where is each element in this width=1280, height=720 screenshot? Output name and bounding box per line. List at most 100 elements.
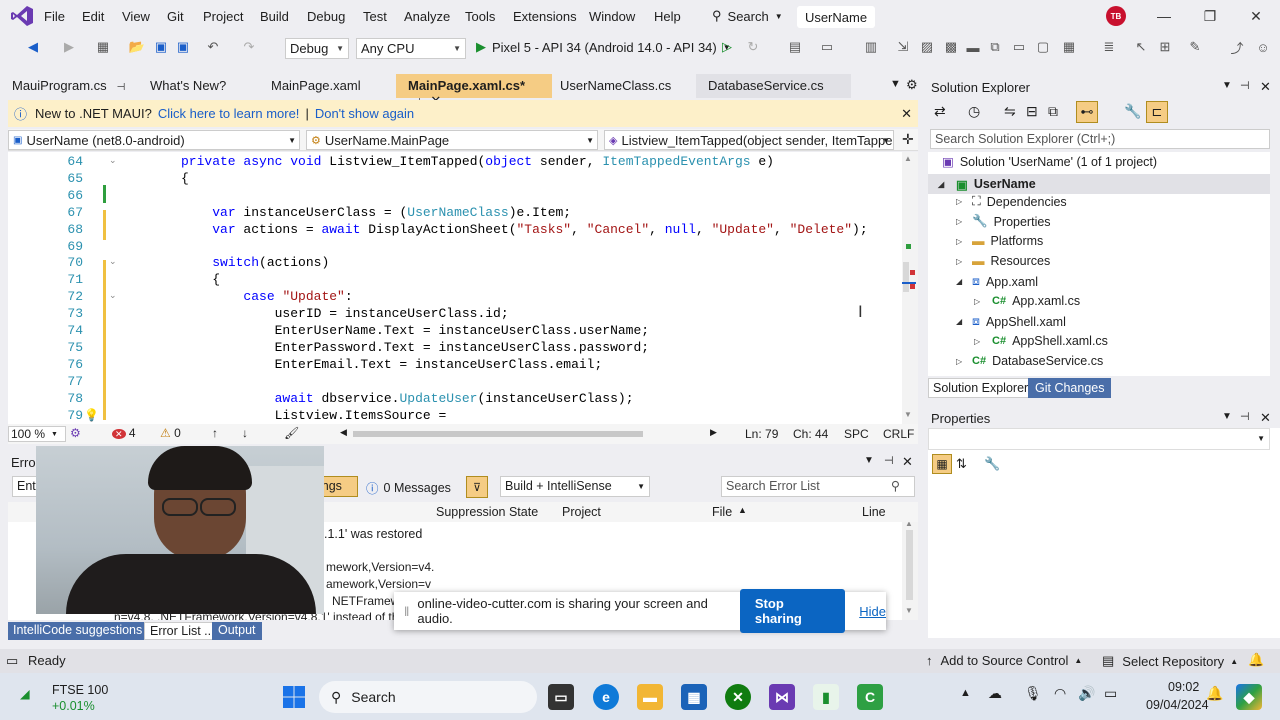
code-line[interactable]: userID = instanceUserClass.id; [181, 306, 509, 321]
tab-solution-explorer[interactable]: Solution Explorer [928, 378, 1034, 398]
tab-usernameclass[interactable]: UserNameClass.cs [548, 74, 696, 98]
back-icon[interactable]: ◀ [24, 38, 42, 56]
wrench-icon[interactable]: 🔧 [984, 456, 1000, 472]
expand-icon[interactable]: ◢ [956, 277, 966, 286]
tree-node-appshell-xaml[interactable]: ◢ ⧈ AppShell.xaml [956, 314, 1066, 329]
cloud-icon[interactable]: ☁ [988, 685, 1002, 702]
menu-project[interactable]: Project [203, 9, 243, 24]
stop-sharing-button[interactable]: Stop sharing [739, 589, 846, 633]
close-icon[interactable]: ✕ [901, 106, 912, 122]
grid-icon[interactable]: ▦ [1060, 38, 1078, 56]
lightbulb-icon[interactable]: 💡 [84, 408, 99, 422]
code-line[interactable]: { [181, 171, 189, 186]
show-all-files-icon[interactable]: ⧉ [1048, 103, 1058, 120]
hot-reload-icon[interactable]: ↻ [744, 38, 762, 56]
start-without-debug-icon[interactable]: ▷ [718, 38, 736, 56]
filter-icon[interactable]: ⊽ [466, 476, 488, 498]
terminal-icon[interactable]: ▬ [964, 38, 982, 56]
tab-databaseservice[interactable]: DatabaseService.cs [696, 74, 851, 98]
zoom-select[interactable]: 100 % ▼ [8, 426, 66, 442]
fold-icon[interactable]: ⌄ [109, 290, 117, 301]
comment-icon[interactable]: ✎ [1186, 38, 1204, 56]
tree-node-project[interactable]: ◢ ▣ UserName [928, 174, 1270, 194]
menu-analyze[interactable]: Analyze [404, 9, 450, 24]
config-select[interactable]: Debug ▼ [285, 38, 349, 59]
menu-window[interactable]: Window [589, 9, 635, 24]
tree-node-databaseservice[interactable]: ▷ C# DatabaseService.cs [956, 354, 1103, 368]
code-line[interactable]: switch(actions) [181, 255, 329, 270]
categorized-icon[interactable]: ▦ [932, 454, 952, 474]
messages-filter-button[interactable]: ⓘ 0 Messages [366, 478, 451, 497]
run-button[interactable]: ▶ Pixel 5 - API 34 (Android 14.0 - API 3… [476, 39, 731, 55]
notification-bell-icon[interactable]: 🔔 [1206, 685, 1223, 702]
errors-indicator[interactable]: ✕ 4 [112, 426, 136, 440]
line-ending[interactable]: CRLF [883, 427, 914, 441]
device-manager-icon[interactable]: ▤ [786, 38, 804, 56]
properties-wrench-icon[interactable]: 🔧 [1124, 103, 1141, 120]
menu-file[interactable]: File [44, 9, 65, 24]
expand-icon[interactable]: ◢ [956, 317, 966, 326]
tab-output[interactable]: Output [212, 622, 262, 640]
clock-date[interactable]: 09/04/2024 [1146, 698, 1209, 712]
store-icon[interactable]: ▦ [681, 684, 707, 710]
edge-browser-icon[interactable]: e [593, 684, 619, 710]
code-line[interactable]: case "Update": [181, 289, 352, 304]
hide-link[interactable]: Hide [859, 604, 886, 619]
chevron-up-icon[interactable]: ▲ [960, 687, 971, 699]
solution-title[interactable]: UserName [797, 6, 875, 28]
code-line[interactable]: EnterEmail.Text = instanceUserClass.emai… [181, 357, 603, 372]
code-line[interactable]: EnterUserName.Text = instanceUserClass.u… [181, 323, 649, 338]
save-all-icon[interactable]: ▣ [174, 38, 192, 56]
monitor-icon[interactable]: ▭ [1010, 38, 1028, 56]
scroll-down-icon[interactable]: ▼ [904, 410, 912, 419]
forward-icon[interactable]: ▶ [60, 38, 78, 56]
clock-time[interactable]: 09:02 [1168, 680, 1199, 694]
tree-node-solution[interactable]: ▣ Solution 'UserName' (1 of 1 project) [942, 154, 1157, 170]
settings-gear-icon[interactable]: ⚙ [906, 77, 918, 93]
scroll-down-icon[interactable]: ▼ [905, 606, 913, 615]
scroll-left-icon[interactable]: ◀ [340, 427, 347, 438]
expand-icon[interactable]: ▷ [956, 197, 966, 206]
tree-icon[interactable]: ⊞ [1156, 38, 1174, 56]
solution-search-input[interactable]: Search Solution Explorer (Ctrl+;) [930, 129, 1270, 149]
menu-test[interactable]: Test [363, 9, 387, 24]
chevron-down-icon[interactable]: ▼ [1222, 411, 1232, 422]
scroll-thumb[interactable] [906, 530, 913, 600]
tab-error-list[interactable]: Error List ... [144, 622, 221, 640]
undo-icon[interactable]: ↶ [204, 38, 222, 56]
copilot-icon[interactable]: ◆ [1236, 684, 1262, 710]
scroll-right-icon[interactable]: ▶ [710, 427, 717, 438]
code-line[interactable]: var instanceUserClass = (UserNameClass)e… [181, 205, 571, 220]
error-row-text[interactable]: mework,Version=v4. [326, 560, 434, 574]
code-line[interactable]: Listview.ItemsSource = [181, 408, 454, 423]
tree-node-appshell-xaml-cs[interactable]: ▷ C# AppShell.xaml.cs [974, 334, 1108, 348]
column-line[interactable]: Line [862, 505, 886, 519]
expand-icon[interactable]: ▷ [956, 217, 966, 226]
code-line[interactable]: EnterPassword.Text = instanceUserClass.p… [181, 340, 649, 355]
fold-icon[interactable]: ⌄ [109, 155, 117, 166]
platform-select[interactable]: Any CPU ▼ [356, 38, 466, 59]
pin-icon[interactable]: ⊣ [1240, 79, 1250, 92]
export-icon[interactable]: ⇲ [894, 38, 912, 56]
windows-start-icon[interactable] [281, 684, 307, 710]
menu-extensions[interactable]: Extensions [513, 9, 577, 24]
expand-icon[interactable]: ◢ [938, 180, 948, 189]
code-editor[interactable]: 64 private async void Listview_ItemTapped… [8, 152, 918, 424]
menu-git[interactable]: Git [167, 9, 184, 24]
app-taskbar-icon[interactable]: ▮ [813, 684, 839, 710]
wifi-icon[interactable]: ◠ [1054, 685, 1066, 702]
scroll-up-icon[interactable]: ▲ [904, 154, 912, 163]
close-icon[interactable]: ✕ [902, 454, 913, 470]
save-icon[interactable]: ▣ [152, 38, 170, 56]
refresh-icon[interactable]: ⇋ [1004, 103, 1016, 120]
editor-scrollbar[interactable]: ▲ ▼ [902, 152, 918, 424]
notifications-bell-icon[interactable]: 🔔 [1248, 652, 1264, 668]
code-line[interactable]: { [181, 272, 220, 287]
visual-studio-logo-icon[interactable] [10, 5, 34, 27]
close-icon[interactable]: ✕ [1260, 79, 1271, 95]
share-icon[interactable]: ⤴ [1228, 38, 1246, 56]
code-line[interactable]: private async void Listview_ItemTapped(o… [181, 154, 774, 169]
battery-icon[interactable]: ▭ [1104, 685, 1117, 702]
tree-node-dependencies[interactable]: ▷ ⛶ Dependencies [956, 194, 1067, 209]
column-file[interactable]: File [712, 505, 732, 519]
